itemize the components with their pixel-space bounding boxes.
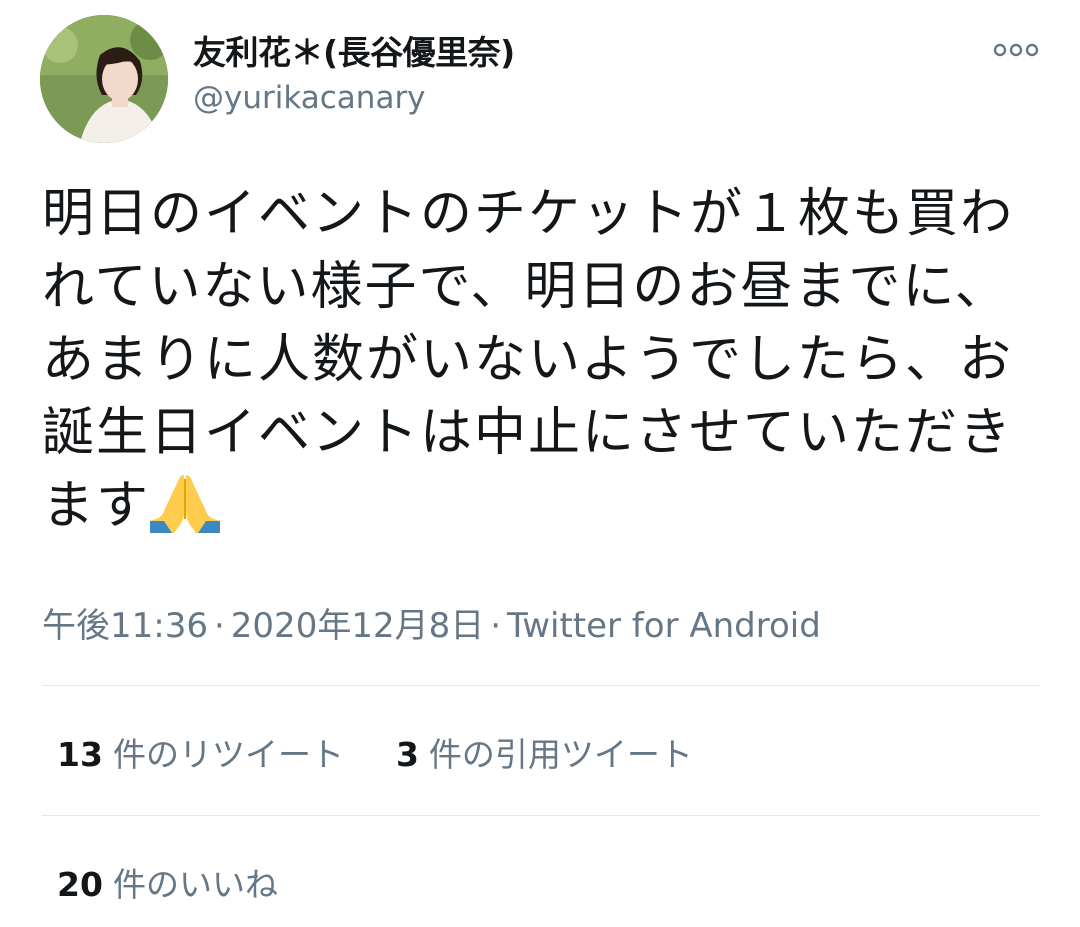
quotes-label: 件の引用ツイート bbox=[428, 735, 693, 774]
retweets-label: 件のリツイート bbox=[112, 735, 344, 774]
divider bbox=[42, 815, 1040, 816]
likes-stat[interactable]: 20 件のいいね bbox=[57, 858, 278, 906]
retweets-stat[interactable]: 13 件のリツイート bbox=[57, 728, 344, 776]
tweet-detail: 友利花＊(長谷優里奈) @yurikacanary 明日のイベントのチケットが１… bbox=[0, 0, 1080, 927]
display-name[interactable]: 友利花＊(長谷優里奈) bbox=[193, 26, 515, 74]
stats-row-likes: 20 件のいいね bbox=[57, 858, 278, 906]
avatar-photo-icon bbox=[40, 15, 168, 143]
likes-count: 20 bbox=[57, 865, 103, 904]
more-horizontal-icon bbox=[993, 43, 1039, 57]
avatar[interactable] bbox=[40, 15, 168, 143]
meta-separator: · bbox=[490, 606, 502, 646]
retweets-count: 13 bbox=[57, 735, 103, 774]
quotes-stat[interactable]: 3 件の引用ツイート bbox=[396, 728, 693, 776]
folded-hands-icon bbox=[150, 475, 221, 533]
tweet-text: 明日のイベントのチケットが１枚も買われていない様子で、明日のお昼までに、あまりに… bbox=[42, 178, 1037, 543]
divider bbox=[42, 685, 1040, 686]
user-handle[interactable]: @yurikacanary bbox=[193, 80, 426, 116]
tweet-meta: 午後11:36 · 2020年12月8日 · Twitter for Android bbox=[42, 598, 821, 647]
more-options-button[interactable] bbox=[986, 30, 1046, 70]
tweet-date[interactable]: 2020年12月8日 bbox=[231, 606, 484, 646]
tweet-source[interactable]: Twitter for Android bbox=[507, 606, 821, 646]
meta-separator: · bbox=[213, 606, 225, 646]
tweet-time[interactable]: 午後11:36 bbox=[42, 606, 208, 646]
quotes-count: 3 bbox=[395, 735, 419, 774]
likes-label: 件のいいね bbox=[112, 865, 278, 904]
stats-row-retweets: 13 件のリツイート 3 件の引用ツイート bbox=[57, 728, 693, 776]
